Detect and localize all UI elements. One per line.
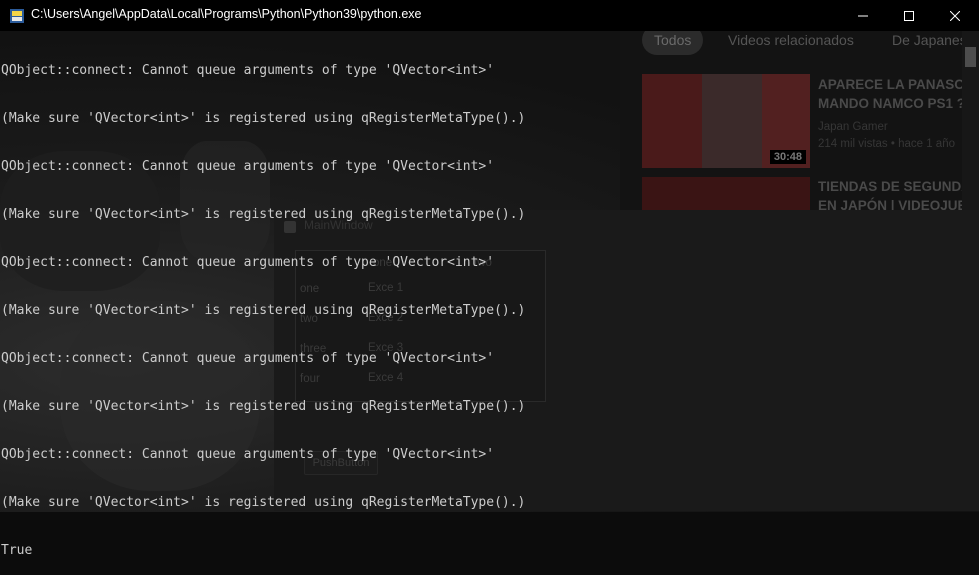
close-icon <box>950 10 960 21</box>
window-title: C:\Users\Angel\AppData\Local\Programs\Py… <box>31 7 422 21</box>
maximize-button[interactable] <box>886 0 932 31</box>
console-line: QObject::connect: Cannot queue arguments… <box>1 255 495 270</box>
minimize-icon <box>858 15 868 16</box>
console-line: (Make sure 'QVector<int>' is registered … <box>1 207 526 222</box>
console-line: True <box>1 543 33 558</box>
maximize-icon <box>904 10 914 21</box>
console-line: (Make sure 'QVector<int>' is registered … <box>1 399 526 414</box>
minimize-button[interactable] <box>840 0 886 31</box>
console-line: (Make sure 'QVector<int>' is registered … <box>1 495 526 510</box>
console-line: QObject::connect: Cannot queue arguments… <box>1 159 495 174</box>
console-line: (Make sure 'QVector<int>' is registered … <box>1 303 526 318</box>
console-line: QObject::connect: Cannot queue arguments… <box>1 447 495 462</box>
title-bar[interactable]: C:\Users\Angel\AppData\Local\Programs\Py… <box>0 0 979 31</box>
console-line: QObject::connect: Cannot queue arguments… <box>1 351 495 366</box>
console-output[interactable]: QObject::connect: Cannot queue arguments… <box>1 31 976 575</box>
close-button[interactable] <box>932 0 978 31</box>
console-line: (Make sure 'QVector<int>' is registered … <box>1 111 526 126</box>
console-line: QObject::connect: Cannot queue arguments… <box>1 63 495 78</box>
python-icon <box>9 8 25 24</box>
